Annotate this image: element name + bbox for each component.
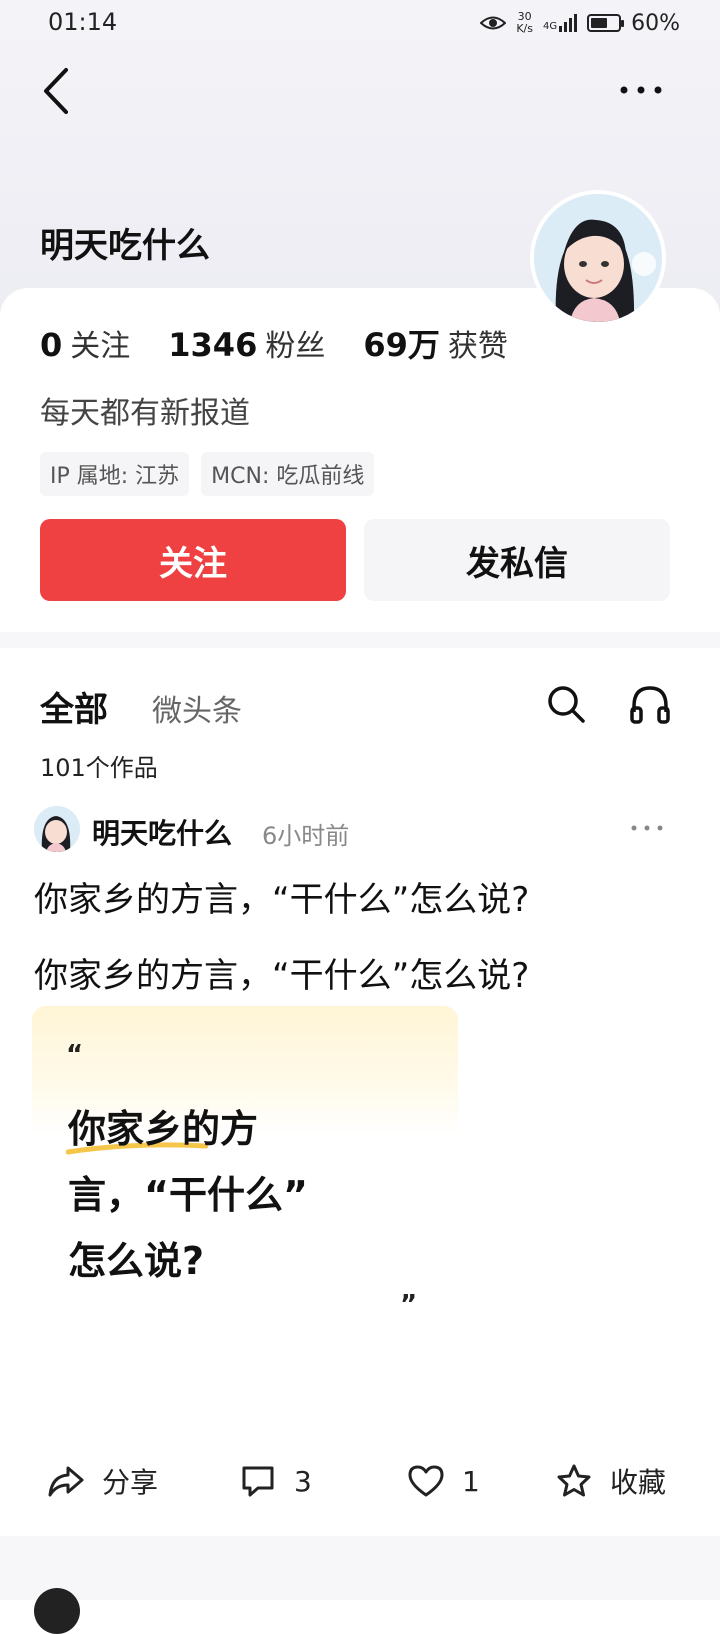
star-icon bbox=[557, 1464, 591, 1497]
battery-percent: 60% bbox=[631, 10, 680, 36]
favorite-label: 收藏 bbox=[610, 1466, 667, 1499]
back-chevron-icon[interactable] bbox=[38, 66, 78, 116]
comment-button[interactable]: 3 bbox=[240, 1458, 312, 1504]
follow-button[interactable]: 关注 bbox=[40, 519, 346, 601]
profile-avatar[interactable] bbox=[530, 190, 666, 326]
comment-count: 3 bbox=[294, 1464, 312, 1498]
post-text-line[interactable]: 你家乡的方言，“干什么”怎么说? bbox=[34, 872, 529, 921]
share-button[interactable]: 分享 bbox=[48, 1458, 158, 1504]
status-time: 01:14 bbox=[48, 8, 118, 36]
quote-line: 言，“干什么” bbox=[68, 1173, 308, 1217]
works-count: 101个作品 bbox=[40, 754, 158, 782]
quote-text: 你家乡的方 言，“干什么” 怎么说? bbox=[68, 1096, 398, 1294]
quote-line: 怎么说? bbox=[68, 1239, 205, 1283]
eye-icon bbox=[480, 16, 507, 30]
headphone-icon[interactable] bbox=[628, 682, 672, 726]
profile-stats: 0 关注 1346 粉丝 69万 获赞 bbox=[40, 320, 546, 366]
like-count: 1 bbox=[462, 1464, 480, 1498]
status-bar: 01:14 30 K/s 4G 60% bbox=[0, 0, 720, 46]
post-time: 6小时前 bbox=[262, 822, 350, 850]
stat-likes-num: 69万 bbox=[363, 326, 440, 364]
stat-following[interactable]: 0 关注 bbox=[40, 321, 130, 365]
avatar-portrait bbox=[534, 194, 662, 322]
post-avatar-portrait bbox=[34, 806, 80, 852]
profile-name: 明天吃什么 bbox=[40, 226, 210, 266]
post-author-avatar[interactable] bbox=[34, 806, 80, 852]
battery-icon bbox=[587, 14, 625, 32]
post-text-line[interactable]: 你家乡的方言，“干什么”怎么说? bbox=[34, 948, 529, 997]
section-divider bbox=[0, 632, 720, 648]
tag-mcn[interactable]: MCN: 吃瓜前线 bbox=[201, 452, 375, 496]
more-dots-icon[interactable] bbox=[618, 78, 664, 102]
feed-divider bbox=[0, 1536, 720, 1600]
stat-fans-num: 1346 bbox=[168, 326, 258, 364]
like-button[interactable]: 1 bbox=[408, 1458, 480, 1504]
stat-following-label: 关注 bbox=[70, 329, 131, 364]
profile-bio: 每天都有新报道 bbox=[40, 396, 250, 431]
quote-line: 你家乡的方 bbox=[68, 1107, 259, 1151]
tab-weitoutiao[interactable]: 微头条 bbox=[152, 686, 242, 730]
status-icons: 30 K/s 4G 60% bbox=[480, 8, 680, 38]
net-speed-unit: K/s bbox=[516, 22, 533, 35]
next-post-avatar[interactable] bbox=[34, 1588, 80, 1634]
quote-close-mark: ” bbox=[400, 1290, 418, 1320]
stat-following-num: 0 bbox=[40, 326, 63, 364]
stat-fans[interactable]: 1346 粉丝 bbox=[168, 321, 325, 365]
share-label: 分享 bbox=[102, 1466, 159, 1499]
profile-tags: IP 属地: 江苏 MCN: 吃瓜前线 bbox=[40, 452, 375, 496]
stat-fans-label: 粉丝 bbox=[265, 329, 326, 364]
signal-icon: 4G bbox=[542, 14, 578, 32]
tag-ip-location: IP 属地: 江苏 bbox=[40, 452, 190, 496]
network-type: 4G bbox=[542, 21, 558, 32]
post-more-icon[interactable] bbox=[630, 822, 664, 834]
post-author-name[interactable]: 明天吃什么 bbox=[92, 812, 232, 852]
heart-icon bbox=[408, 1465, 444, 1497]
stat-likes-label: 获赞 bbox=[447, 329, 508, 364]
search-icon[interactable] bbox=[546, 684, 586, 724]
share-icon bbox=[48, 1466, 84, 1497]
stat-likes[interactable]: 69万 获赞 bbox=[363, 320, 508, 366]
message-button[interactable]: 发私信 bbox=[364, 519, 670, 601]
comment-icon bbox=[242, 1466, 274, 1497]
quote-open-mark: “ bbox=[66, 1040, 84, 1070]
favorite-button[interactable]: 收藏 bbox=[556, 1458, 666, 1504]
tab-all[interactable]: 全部 bbox=[40, 682, 108, 731]
net-speed: 30 K/s bbox=[516, 11, 533, 35]
battery-fill bbox=[591, 18, 607, 28]
